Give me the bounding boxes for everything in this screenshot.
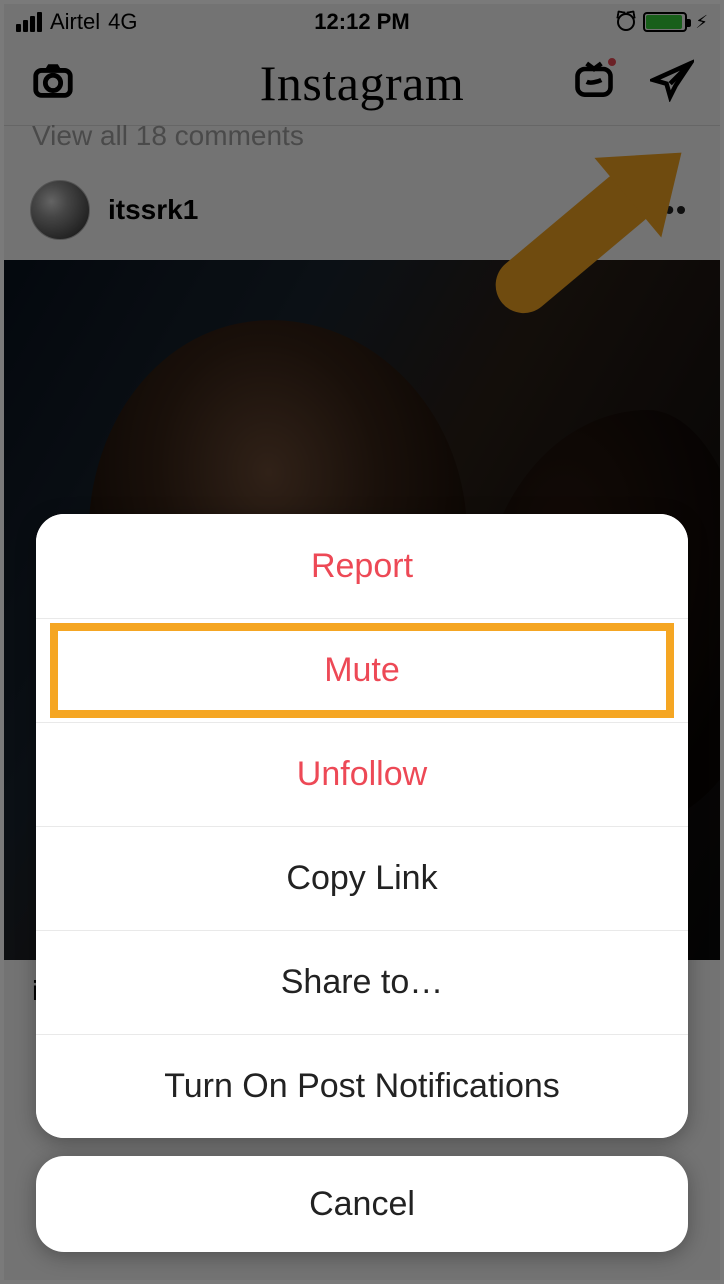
nav-header: Instagram bbox=[4, 40, 720, 126]
post-username[interactable]: itssrk1 bbox=[108, 194, 198, 226]
avatar[interactable] bbox=[30, 180, 90, 240]
charging-icon: ⚡︎ bbox=[695, 12, 708, 33]
status-time: 12:12 PM bbox=[314, 9, 409, 35]
status-bar: Airtel 4G 12:12 PM ⚡︎ bbox=[4, 4, 720, 40]
carrier-label: Airtel bbox=[50, 9, 100, 35]
action-mute-label: Mute bbox=[324, 651, 400, 690]
action-post-notifications[interactable]: Turn On Post Notifications bbox=[36, 1034, 688, 1138]
action-report[interactable]: Report bbox=[36, 514, 688, 618]
alarm-icon bbox=[617, 13, 635, 31]
action-sheet: Report Mute Unfollow Copy Link Share to…… bbox=[4, 514, 720, 1280]
device-frame: Airtel 4G 12:12 PM ⚡︎ Instagram View all… bbox=[0, 0, 724, 1284]
action-share-to[interactable]: Share to… bbox=[36, 930, 688, 1034]
status-left: Airtel 4G bbox=[16, 9, 137, 35]
app-title: Instagram bbox=[260, 54, 464, 112]
action-copy-link[interactable]: Copy Link bbox=[36, 826, 688, 930]
action-mute[interactable]: Mute bbox=[36, 618, 688, 722]
notification-dot-icon bbox=[606, 56, 618, 68]
action-unfollow[interactable]: Unfollow bbox=[36, 722, 688, 826]
battery-icon bbox=[643, 12, 687, 32]
signal-strength-icon bbox=[16, 12, 42, 32]
igtv-icon[interactable] bbox=[572, 58, 616, 107]
network-label: 4G bbox=[108, 9, 137, 35]
status-right: ⚡︎ bbox=[617, 12, 708, 33]
action-cancel[interactable]: Cancel bbox=[36, 1156, 688, 1252]
direct-message-icon[interactable] bbox=[650, 58, 694, 107]
camera-icon[interactable] bbox=[30, 57, 76, 108]
